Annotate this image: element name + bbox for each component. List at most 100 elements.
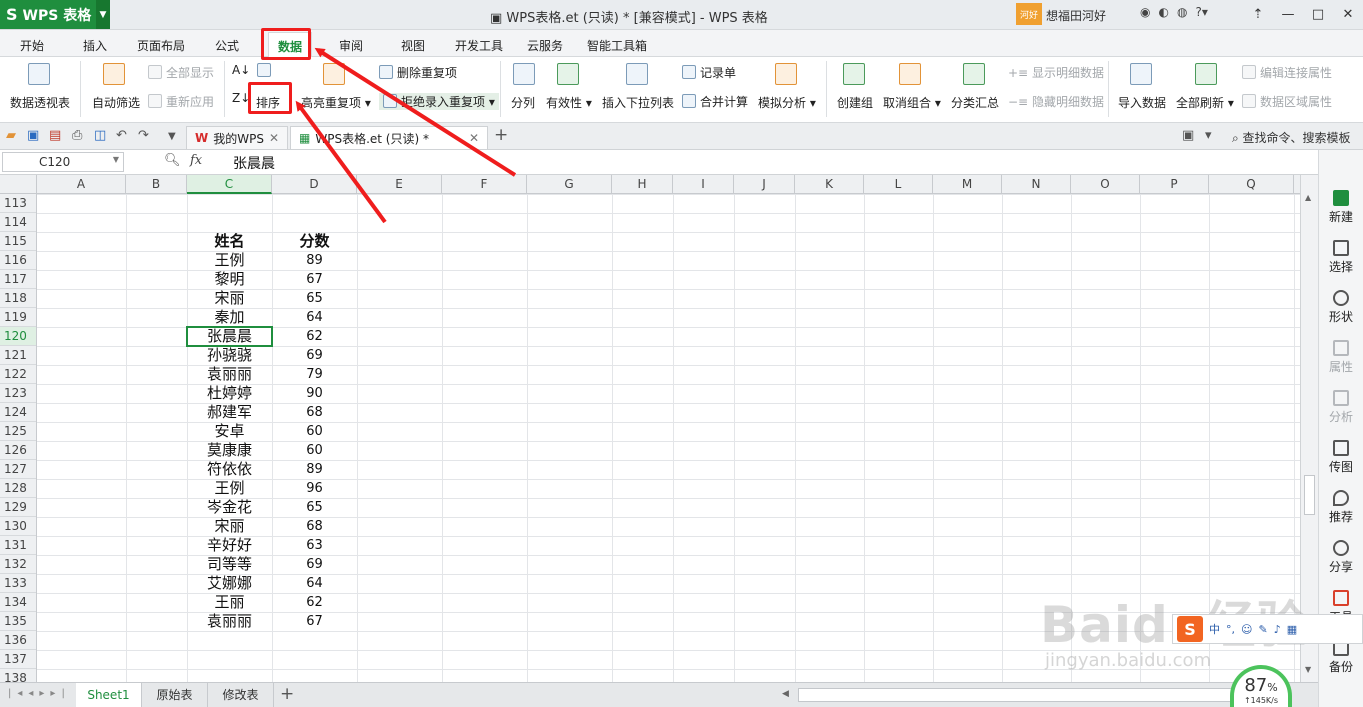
cell-name[interactable]: 司等等 bbox=[187, 555, 272, 574]
row-header[interactable]: 126 bbox=[0, 441, 36, 460]
menu-start[interactable]: 开始 bbox=[20, 37, 44, 54]
cell-name[interactable]: 王例 bbox=[187, 251, 272, 270]
sort-az-icon[interactable] bbox=[257, 63, 275, 78]
subtotal-button[interactable]: 分类汇总 bbox=[951, 94, 999, 111]
column-header[interactable]: L bbox=[864, 175, 933, 194]
sidebar-send-image[interactable]: 传图 bbox=[1319, 440, 1363, 475]
tab-my-wps[interactable]: W 我的WPS ✕ bbox=[186, 126, 288, 149]
menu-cloud[interactable]: 云服务 bbox=[527, 37, 563, 54]
find-command-search[interactable]: ⌕ 查找命令、搜索模板 bbox=[1232, 129, 1351, 146]
column-header[interactable]: E bbox=[357, 175, 442, 194]
show-detail-button[interactable]: +≡ 显示明细数据 bbox=[1008, 64, 1104, 81]
column-header[interactable]: A bbox=[37, 175, 126, 194]
scroll-thumb[interactable] bbox=[1304, 475, 1315, 515]
menu-dev-tools[interactable]: 开发工具 bbox=[455, 37, 503, 54]
close-tab-icon[interactable]: ✕ bbox=[269, 131, 279, 145]
menu-smart-tools[interactable]: 智能工具箱 bbox=[587, 37, 647, 54]
cell-name[interactable]: 杜婷婷 bbox=[187, 384, 272, 403]
cell-name[interactable]: 王例 bbox=[187, 479, 272, 498]
cell-score[interactable]: 68 bbox=[272, 403, 357, 422]
row-header[interactable]: 135 bbox=[0, 612, 36, 631]
fx-button[interactable]: fx bbox=[190, 153, 202, 168]
cell-score[interactable]: 62 bbox=[272, 327, 357, 346]
ime-emoji-icon[interactable]: ☺ bbox=[1241, 623, 1252, 636]
cell-score[interactable]: 60 bbox=[272, 441, 357, 460]
sidebar-analysis[interactable]: 分析 bbox=[1319, 390, 1363, 425]
cell-name[interactable]: 艾娜娜 bbox=[187, 574, 272, 593]
cell-name[interactable]: 辛好好 bbox=[187, 536, 272, 555]
row-header[interactable]: 128 bbox=[0, 479, 36, 498]
cell-score[interactable]: 65 bbox=[272, 289, 357, 308]
user-name[interactable]: 想福田河好 bbox=[1046, 7, 1106, 24]
print-icon[interactable]: ⎙ bbox=[72, 128, 82, 143]
table-header-name[interactable]: 姓名 bbox=[187, 232, 272, 251]
create-group-button[interactable]: 创建组 bbox=[837, 94, 873, 111]
restore-top-icon[interactable]: ⇡ bbox=[1243, 0, 1273, 29]
cell-name[interactable]: 袁丽丽 bbox=[187, 365, 272, 384]
show-all-button[interactable]: 全部显示 bbox=[148, 64, 214, 81]
formula-input[interactable]: 张晨晨 bbox=[233, 153, 275, 173]
maximize-button[interactable]: □ bbox=[1303, 0, 1333, 29]
cell-score[interactable]: 68 bbox=[272, 517, 357, 536]
ime-pen-icon[interactable]: ✎ bbox=[1258, 623, 1267, 636]
name-box[interactable]: C120 ▼ bbox=[2, 152, 124, 172]
settings-icon[interactable]: ◍ bbox=[1177, 5, 1187, 19]
scroll-left-icon[interactable]: ◀ bbox=[782, 689, 789, 699]
sheet-tab-original[interactable]: 原始表 bbox=[142, 683, 208, 707]
column-header[interactable]: M bbox=[933, 175, 1002, 194]
horizontal-scrollbar[interactable] bbox=[798, 688, 1238, 702]
print-preview-icon[interactable]: ◫ bbox=[94, 128, 106, 143]
cell-score[interactable]: 63 bbox=[272, 536, 357, 555]
customize-qa-icon[interactable]: ▼ bbox=[168, 131, 176, 142]
cell-name[interactable]: 宋丽 bbox=[187, 289, 272, 308]
cell-score[interactable]: 69 bbox=[272, 555, 357, 574]
column-header[interactable]: F bbox=[442, 175, 527, 194]
column-header[interactable]: I bbox=[673, 175, 734, 194]
redo-icon[interactable]: ↷ bbox=[138, 128, 149, 143]
cell-name[interactable]: 岑金花 bbox=[187, 498, 272, 517]
minimize-button[interactable]: — bbox=[1273, 0, 1303, 29]
menu-insert[interactable]: 插入 bbox=[83, 37, 107, 54]
chevron-down-icon[interactable]: ▼ bbox=[113, 155, 119, 164]
cell-score[interactable]: 64 bbox=[272, 308, 357, 327]
sort-asc-icon[interactable]: A↓ bbox=[232, 63, 250, 77]
column-header[interactable]: Q bbox=[1209, 175, 1294, 194]
ime-punct-icon[interactable]: °, bbox=[1226, 623, 1235, 636]
close-tab-icon[interactable]: ✕ bbox=[469, 131, 479, 145]
export-pdf-icon[interactable]: ▤ bbox=[49, 128, 61, 143]
row-header[interactable]: 121 bbox=[0, 346, 36, 365]
skin-icon[interactable]: ◉ bbox=[1140, 5, 1150, 19]
row-header[interactable]: 136 bbox=[0, 631, 36, 650]
cell-name[interactable]: 孙骁骁 bbox=[187, 346, 272, 365]
menu-review[interactable]: 审阅 bbox=[339, 37, 363, 54]
new-tab-button[interactable]: + bbox=[494, 125, 508, 145]
cell-score[interactable]: 64 bbox=[272, 574, 357, 593]
menu-page-layout[interactable]: 页面布局 bbox=[137, 37, 185, 54]
row-header[interactable]: 123 bbox=[0, 384, 36, 403]
save-icon[interactable]: ▣ bbox=[27, 128, 39, 143]
cell-name[interactable]: 莫康康 bbox=[187, 441, 272, 460]
select-all-corner[interactable] bbox=[0, 175, 37, 194]
autofilter-button[interactable]: 自动筛选 bbox=[92, 94, 140, 111]
edit-connection-button[interactable]: 编辑连接属性 bbox=[1242, 64, 1332, 81]
column-header[interactable]: G bbox=[527, 175, 612, 194]
menu-formula[interactable]: 公式 bbox=[215, 37, 239, 54]
sidebar-share[interactable]: 分享 bbox=[1319, 540, 1363, 575]
cell-name[interactable]: 黎明 bbox=[187, 270, 272, 289]
row-header[interactable]: 138 bbox=[0, 669, 36, 682]
cell-score[interactable]: 67 bbox=[272, 612, 357, 631]
app-menu-button[interactable]: S WPS 表格 ▼ bbox=[0, 0, 110, 29]
column-header[interactable]: P bbox=[1140, 175, 1209, 194]
import-data-button[interactable]: 导入数据 bbox=[1118, 94, 1166, 111]
cell-score[interactable]: 79 bbox=[272, 365, 357, 384]
sidebar-new[interactable]: 新建 bbox=[1319, 190, 1363, 225]
record-form-button[interactable]: 记录单 bbox=[682, 64, 736, 81]
cell-score[interactable]: 67 bbox=[272, 270, 357, 289]
cell-name[interactable]: 符依依 bbox=[187, 460, 272, 479]
user-badge[interactable]: 河好 bbox=[1016, 3, 1042, 25]
simulate-analysis-button[interactable]: 模拟分析 ▾ bbox=[758, 94, 816, 111]
scroll-up-icon[interactable]: ▲ bbox=[1305, 193, 1311, 202]
row-header[interactable]: 119 bbox=[0, 308, 36, 327]
row-header[interactable]: 137 bbox=[0, 650, 36, 669]
reject-dup-button[interactable]: 拒绝录入重复项 ▾ bbox=[379, 93, 499, 110]
